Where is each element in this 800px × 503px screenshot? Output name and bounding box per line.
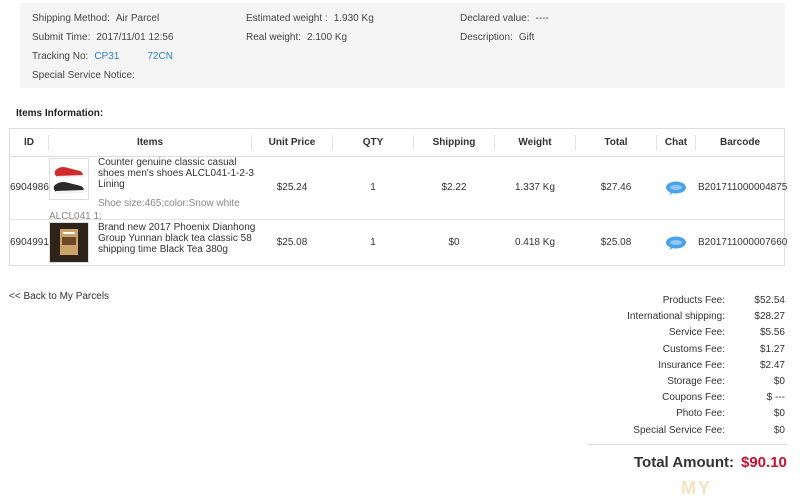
description-value: Gift <box>518 32 535 43</box>
submit-time-label: Submit Time: <box>32 32 91 43</box>
fee-row-special-service: Special Service Fee: $0 <box>600 425 790 439</box>
fee-value: $2.47 <box>759 359 785 371</box>
fee-row-photo: Photo Fee: $0 <box>600 408 790 422</box>
fee-value: $0 <box>773 376 785 387</box>
col-header-weight: Weight <box>518 137 552 148</box>
item-unit-price: $25.24 <box>276 182 308 193</box>
product-thumbnail-tea[interactable] <box>49 222 89 263</box>
declared-value-label: Declared value: <box>460 13 530 24</box>
watermark: MY <box>681 478 712 498</box>
real-weight-value: 2.100 Kg <box>307 32 348 43</box>
fee-row-customs: Customs Fee: $1.27 <box>600 344 790 358</box>
fee-row-service: Service Fee: $5.56 <box>600 327 790 341</box>
item-barcode: B201711000004875 <box>698 182 788 193</box>
item-unit-price: $25.08 <box>276 237 308 248</box>
shoes-image <box>53 167 84 194</box>
fee-label: Service Fee: <box>668 327 725 339</box>
item-spec: Shoe size:465;color:Snow white <box>98 198 240 209</box>
declared-value-value: ---- <box>535 13 549 24</box>
col-header-id: ID <box>24 137 34 148</box>
special-notice-label: Special Service Notice: <box>32 70 135 81</box>
items-section-title: Items Information: <box>16 108 104 119</box>
item-name-link[interactable]: Brand new 2017 Phoenix Dianhong Group Yu… <box>98 222 256 255</box>
fee-row-coupons: Coupons Fee: $ --- <box>600 392 790 406</box>
fee-row-international-shipping: International shipping: $28.27 <box>600 311 790 325</box>
table-header: ID Items Unit Price QTY Shipping Weight … <box>10 129 784 157</box>
shipping-info-panel: Shipping Method: Air Parcel Estimated wei… <box>20 3 785 88</box>
fee-label: International shipping: <box>627 311 725 323</box>
item-qty: 1 <box>370 237 376 248</box>
fee-label: Storage Fee: <box>667 376 725 387</box>
fee-value: $5.56 <box>759 327 785 339</box>
shipping-method: Shipping Method: Air Parcel <box>32 13 159 24</box>
total-amount-value: $90.10 <box>741 454 787 471</box>
item-id: 6904986 <box>10 182 49 193</box>
fee-value: $ --- <box>766 392 785 404</box>
total-amount-label: Total Amount: <box>634 454 734 471</box>
declared-value: Declared value: ---- <box>460 13 549 24</box>
items-table: ID Items Unit Price QTY Shipping Weight … <box>9 128 788 266</box>
fee-label: Insurance Fee: <box>658 359 725 371</box>
fee-row-storage: Storage Fee: $0 <box>600 376 790 390</box>
item-shipping: $0 <box>448 237 460 248</box>
fee-value: $28.27 <box>754 311 785 323</box>
fee-value: $0 <box>773 408 785 420</box>
description: Description: Gift <box>460 32 534 43</box>
estimated-weight-value: 1.930 Kg <box>333 13 374 24</box>
fee-row-products: Products Fee: $52.54 <box>600 295 790 309</box>
item-id: 6904991 <box>10 237 49 248</box>
chat-bubble-icon[interactable] <box>665 181 687 195</box>
submit-time: Submit Time: 2017/11/01 12:56 <box>32 32 173 43</box>
item-shipping: $2.22 <box>441 182 467 193</box>
item-total: $27.46 <box>600 182 632 193</box>
tracking-label: Tracking No: <box>32 51 89 62</box>
real-weight: Real weight: 2.100 Kg <box>246 32 347 43</box>
back-to-parcels-link[interactable]: << Back to My Parcels <box>9 291 109 302</box>
total-divider <box>587 444 787 445</box>
fee-value: $52.54 <box>754 295 785 306</box>
col-header-barcode: Barcode <box>719 137 760 148</box>
fee-label: Special Service Fee: <box>633 424 725 436</box>
table-row: 6904986 Counter genuine classic casual s… <box>10 157 788 222</box>
fee-value: $0 <box>773 424 785 436</box>
col-header-items: Items <box>136 137 164 148</box>
estimated-weight-label: Estimated weight : <box>246 13 328 24</box>
special-service-notice: Special Service Notice: <box>32 70 135 81</box>
item-total: $25.08 <box>600 237 632 248</box>
chat-bubble-icon[interactable] <box>665 236 687 250</box>
shipping-method-label: Shipping Method: <box>32 13 110 24</box>
col-header-chat: Chat <box>664 137 688 148</box>
shipping-method-value: Air Parcel <box>115 13 160 24</box>
item-name-link[interactable]: Counter genuine classic casual shoes men… <box>98 157 256 190</box>
fee-value: $1.27 <box>759 343 785 355</box>
product-thumbnail-shoes[interactable] <box>49 158 89 200</box>
submit-time-value: 2017/11/01 12:56 <box>96 32 174 43</box>
fee-label: Photo Fee: <box>676 408 725 420</box>
fee-row-insurance: Insurance Fee: $2.47 <box>600 360 790 374</box>
real-weight-label: Real weight: <box>246 32 302 43</box>
description-label: Description: <box>460 32 513 43</box>
fee-label: Coupons Fee: <box>662 392 725 404</box>
table-row: 6904991 Brand new 2017 Phoenix Dianhong … <box>10 220 788 265</box>
fee-label: Customs Fee: <box>662 343 725 355</box>
tea-box-image <box>50 223 88 262</box>
estimated-weight: Estimated weight : 1.930 Kg <box>246 13 374 24</box>
item-weight: 0.418 Kg <box>514 237 556 248</box>
item-qty: 1 <box>370 182 376 193</box>
fee-label: Products Fee: <box>662 295 725 306</box>
col-header-unit-price: Unit Price <box>268 137 316 148</box>
tracking-link-part1[interactable]: CP31 <box>94 51 119 62</box>
col-header-total: Total <box>604 137 628 148</box>
tracking-number: Tracking No: CP31 72CN <box>32 51 173 62</box>
col-header-qty: QTY <box>362 137 384 148</box>
col-header-shipping: Shipping <box>432 137 476 148</box>
item-barcode: B201711000007660 <box>698 237 788 248</box>
tracking-link-part2[interactable]: 72CN <box>147 51 173 62</box>
item-weight: 1.337 Kg <box>514 182 556 193</box>
